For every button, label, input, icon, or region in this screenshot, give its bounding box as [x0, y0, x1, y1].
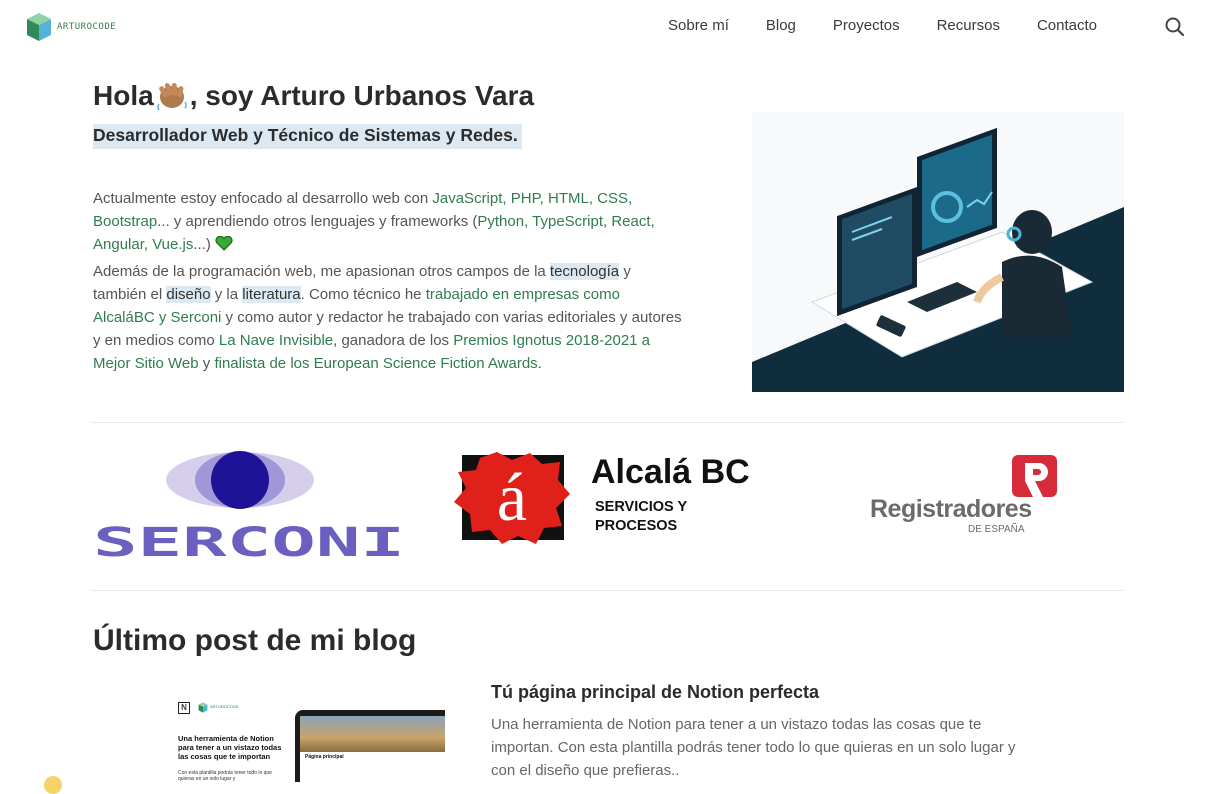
- hero-greeting-end: , soy Arturo Urbanos Vara: [189, 80, 535, 111]
- intro-text: .: [537, 355, 542, 372]
- thumb-body: Con esta plantilla podrás tener todo lo …: [178, 770, 272, 782]
- nav-blog[interactable]: Blog: [766, 17, 796, 34]
- post-excerpt: Una herramienta de Notion para tener a u…: [491, 716, 1016, 779]
- latest-post-heading: Último post de mi blog: [93, 624, 417, 657]
- serconi-wordmark: SERCONI: [93, 520, 405, 559]
- logo-text: ARTUROCODE: [57, 22, 117, 32]
- highlight-tecnologia: tecnología: [549, 263, 620, 280]
- nav-recursos[interactable]: Recursos: [937, 17, 1000, 34]
- waving-hand-icon: [156, 82, 187, 111]
- thumb-heading: Una herramienta de Notion para tener a u…: [178, 734, 282, 761]
- intro-text: Además de la programación web, me apasio…: [93, 263, 550, 280]
- divider: [91, 422, 1124, 423]
- search-button[interactable]: [1164, 16, 1186, 43]
- thumb-tablet-screen: Página principal: [295, 710, 445, 782]
- main-nav: Sobre mí Blog Proyectos Recursos Contact…: [668, 17, 1134, 34]
- green-heart-icon: [215, 235, 233, 251]
- hero-title: Hola , soy Arturo Urbanos Vara: [93, 80, 534, 112]
- nav-sobre-mi[interactable]: Sobre mí: [668, 17, 729, 34]
- thumb-screen-title: Página principal: [305, 754, 344, 760]
- intro-text: y la: [210, 286, 243, 303]
- intro-text: . Como técnico he: [300, 286, 426, 303]
- highlight-diseno: diseño: [166, 286, 211, 303]
- hero-greeting-start: Hola: [93, 80, 154, 111]
- developer-illustration: [752, 112, 1124, 392]
- intro-paragraph-2: Además de la programación web, me apasio…: [93, 260, 683, 375]
- highlight-literatura: literatura: [242, 286, 301, 303]
- cube-logo-icon: [27, 13, 51, 41]
- post-thumbnail[interactable]: N ARTUROCODE Una herramienta de Notion p…: [160, 688, 445, 782]
- notion-icon: N: [178, 702, 190, 714]
- intro-text: Actualmente estoy enfocado al desarrollo…: [93, 190, 433, 207]
- intro-text: , ganadora de los: [333, 332, 454, 349]
- site-logo[interactable]: ARTUROCODE: [26, 12, 116, 42]
- intro-text: ...): [193, 236, 211, 253]
- alcala-tagline-1: SERVICIOS Y: [595, 499, 688, 515]
- registradores-logo[interactable]: Registradores DE ESPAÑA: [868, 455, 1063, 540]
- la-nave-invisible-link[interactable]: La Nave Invisible: [219, 332, 333, 349]
- nav-proyectos[interactable]: Proyectos: [833, 17, 900, 34]
- alcala-name: Alcalá BC: [591, 453, 750, 491]
- intro-paragraph-1: Actualmente estoy enfocado al desarrollo…: [93, 187, 708, 256]
- cookie-consent-button[interactable]: [44, 776, 62, 794]
- thumb-brand: ARTUROCODE: [210, 704, 239, 709]
- post-title[interactable]: Tú página principal de Notion perfecta: [491, 682, 819, 703]
- cube-logo-icon: [198, 702, 208, 713]
- nav-contacto[interactable]: Contacto: [1037, 17, 1097, 34]
- search-icon: [1165, 17, 1185, 37]
- alcala-mark-letter: á: [496, 459, 528, 535]
- esfa-link[interactable]: finalista de los European Science Fictio…: [214, 355, 537, 372]
- divider: [91, 590, 1124, 591]
- alcala-tagline-2: PROCESOS: [595, 518, 678, 534]
- serconi-logo[interactable]: SERCONI: [91, 449, 406, 559]
- intro-text: y: [198, 355, 215, 372]
- alcala-bc-logo[interactable]: á Alcalá BC SERVICIOS Y PROCESOS: [452, 450, 752, 545]
- hero-subtitle: Desarrollador Web y Técnico de Sistemas …: [93, 124, 522, 149]
- intro-text: ... y aprendiendo otros lenguajes y fram…: [157, 213, 478, 230]
- registradores-subtitle: DE ESPAÑA: [968, 524, 1025, 535]
- registradores-name: Registradores: [870, 495, 1032, 523]
